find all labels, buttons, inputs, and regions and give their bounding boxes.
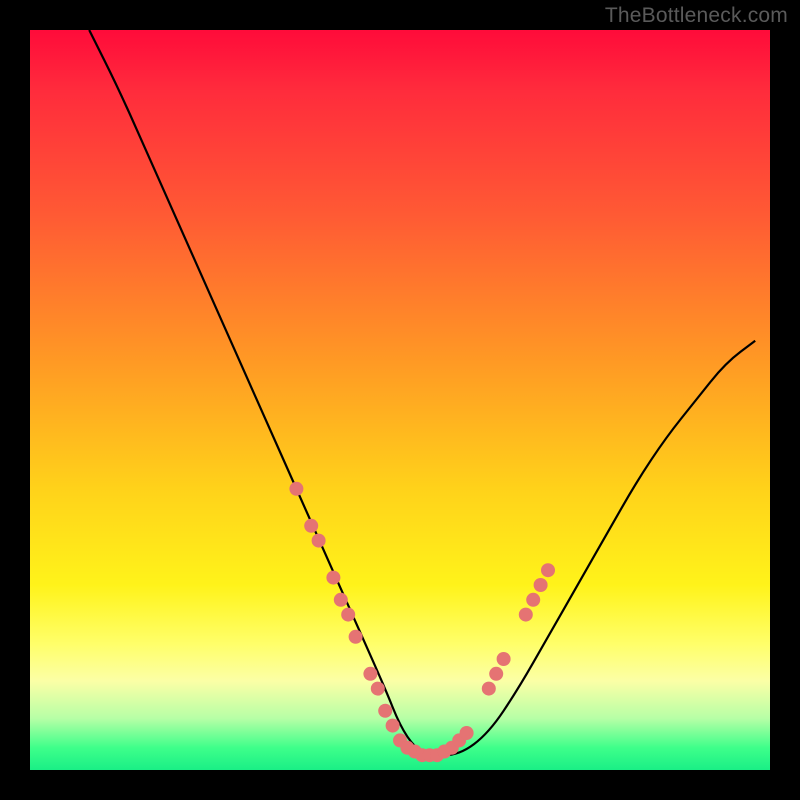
highlight-dot: [482, 682, 496, 696]
highlight-dot: [334, 593, 348, 607]
highlight-dot: [534, 578, 548, 592]
curve-layer: [30, 30, 770, 770]
highlight-dots: [289, 482, 555, 762]
highlight-dot: [386, 719, 400, 733]
highlight-dot: [304, 519, 318, 533]
highlight-dot: [460, 726, 474, 740]
highlight-dot: [341, 608, 355, 622]
watermark-text: TheBottleneck.com: [605, 4, 788, 28]
highlight-dot: [349, 630, 363, 644]
highlight-dot: [489, 667, 503, 681]
highlight-dot: [312, 534, 326, 548]
highlight-dot: [326, 571, 340, 585]
highlight-dot: [378, 704, 392, 718]
highlight-dot: [541, 563, 555, 577]
highlight-dot: [526, 593, 540, 607]
highlight-dot: [497, 652, 511, 666]
highlight-dot: [363, 667, 377, 681]
bottleneck-curve: [89, 30, 755, 755]
highlight-dot: [371, 682, 385, 696]
highlight-dot: [289, 482, 303, 496]
highlight-dot: [519, 608, 533, 622]
chart-frame: TheBottleneck.com: [0, 0, 800, 800]
